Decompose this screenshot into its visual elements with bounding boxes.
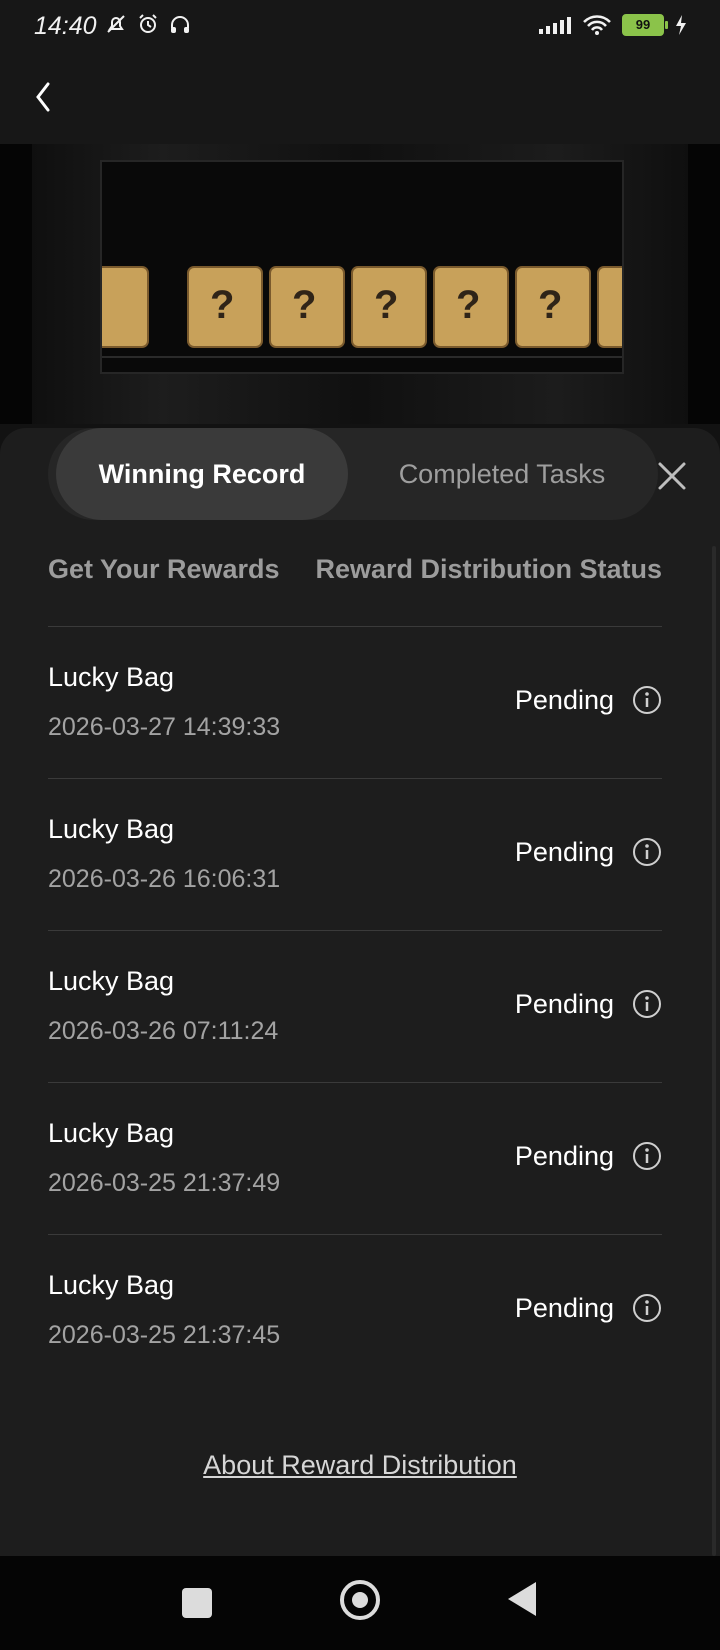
headphones-icon — [171, 16, 189, 33]
svg-text:?: ? — [292, 283, 316, 327]
reward-status: Pending — [514, 1141, 614, 1171]
svg-text:?: ? — [374, 283, 398, 327]
charging-icon — [676, 15, 686, 35]
table-header: Get Your Rewards Reward Distribution Sta… — [48, 554, 662, 585]
reward-row: Lucky Bag 2026-03-27 14:39:33 Pending — [48, 626, 662, 778]
svg-text:?: ? — [456, 283, 480, 327]
close-icon[interactable] — [654, 458, 690, 494]
back-button[interactable] — [508, 1582, 536, 1616]
status-icons-right: 99 — [538, 14, 688, 36]
reward-list: Lucky Bag 2026-03-27 14:39:33 Pending Lu… — [48, 626, 662, 1386]
chevron-left-icon[interactable] — [24, 72, 64, 122]
banner-image: ? ? ? ? ? — [0, 144, 720, 424]
reward-date: 2026-03-26 16:06:31 — [48, 865, 281, 893]
reward-status: Pending — [514, 989, 614, 1019]
reward-title: Lucky Bag — [48, 662, 175, 692]
status-icons-left — [104, 12, 192, 36]
system-navigation-bar — [0, 1556, 720, 1650]
signal-icon — [539, 17, 571, 34]
reward-date: 2026-03-27 14:39:33 — [48, 713, 281, 741]
banner-window: ? ? ? ? ? — [61, 160, 673, 374]
reward-date: 2026-03-26 07:11:24 — [48, 1017, 279, 1045]
scrollbar[interactable] — [712, 546, 716, 1556]
header — [0, 52, 720, 144]
reward-date: 2026-03-25 21:37:49 — [48, 1169, 281, 1197]
tab-completed-tasks[interactable]: Completed Tasks — [354, 428, 650, 520]
winning-record-sheet: Winning Record Completed Tasks Get Your … — [0, 428, 720, 1556]
reward-status: Pending — [514, 685, 614, 715]
column-distribution-status: Reward Distribution Status — [315, 554, 662, 584]
reward-row: Lucky Bag 2026-03-26 16:06:31 Pending — [48, 778, 662, 930]
svg-text:?: ? — [538, 283, 562, 327]
reward-title: Lucky Bag — [48, 814, 175, 844]
battery-icon: 99 — [622, 14, 668, 36]
column-get-rewards: Get Your Rewards — [48, 554, 280, 584]
info-icon[interactable] — [632, 837, 662, 867]
reward-row: Lucky Bag 2026-03-26 07:11:24 Pending — [48, 930, 662, 1082]
info-icon[interactable] — [632, 685, 662, 715]
reward-status: Pending — [514, 1293, 614, 1323]
about-reward-distribution-link[interactable]: About Reward Distribution — [0, 1450, 720, 1481]
reward-row: Lucky Bag 2026-03-25 21:37:49 Pending — [48, 1082, 662, 1234]
info-icon[interactable] — [632, 1141, 662, 1171]
wifi-icon — [583, 15, 611, 35]
tab-winning-record[interactable]: Winning Record — [56, 428, 348, 520]
muted-bell-icon — [107, 15, 125, 33]
recent-apps-button[interactable] — [182, 1588, 212, 1618]
svg-text:?: ? — [210, 283, 234, 327]
info-icon[interactable] — [632, 989, 662, 1019]
alarm-icon — [139, 14, 157, 33]
info-icon[interactable] — [632, 1293, 662, 1323]
reward-status: Pending — [514, 837, 614, 867]
tabs: Winning Record Completed Tasks — [48, 428, 658, 520]
status-time: 14:40 — [34, 12, 97, 40]
status-bar: 14:40 99 — [0, 0, 720, 52]
reward-row: Lucky Bag 2026-03-25 21:37:45 Pending — [48, 1234, 662, 1386]
reward-title: Lucky Bag — [48, 1270, 175, 1300]
reward-title: Lucky Bag — [48, 1118, 175, 1148]
mystery-boxes-illustration: ? ? ? ? ? — [61, 162, 673, 372]
reward-date: 2026-03-25 21:37:45 — [48, 1321, 281, 1349]
home-button[interactable] — [340, 1580, 380, 1620]
reward-title: Lucky Bag — [48, 966, 175, 996]
